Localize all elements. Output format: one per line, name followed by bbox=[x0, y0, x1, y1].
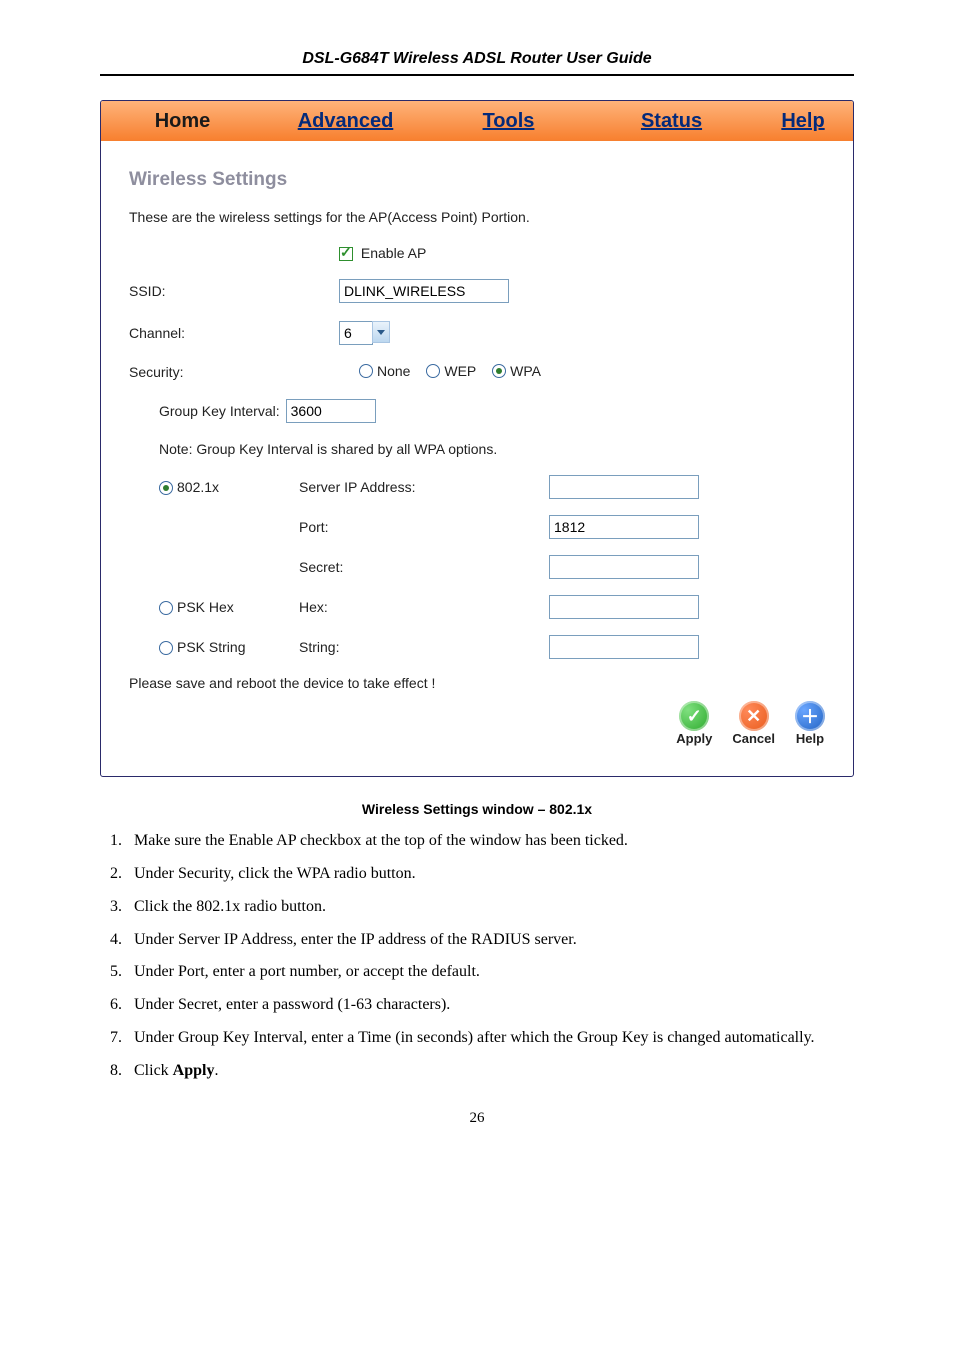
radio-8021x-label: 802.1x bbox=[177, 479, 219, 495]
security-radio-wep[interactable] bbox=[426, 364, 440, 378]
step-1: Make sure the Enable AP checkbox at the … bbox=[126, 831, 854, 852]
security-label: Security: bbox=[129, 364, 339, 380]
radio-psk-string[interactable] bbox=[159, 641, 173, 655]
step-4: Under Server IP Address, enter the IP ad… bbox=[126, 930, 854, 951]
radio-psk-string-label: PSK String bbox=[177, 639, 245, 655]
help-button[interactable]: ＋ Help bbox=[795, 701, 825, 746]
radio-psk-hex[interactable] bbox=[159, 601, 173, 615]
radio-psk-hex-label: PSK Hex bbox=[177, 599, 234, 615]
tab-tools[interactable]: Tools bbox=[427, 101, 590, 141]
hex-input[interactable] bbox=[549, 595, 699, 619]
apply-button[interactable]: ✓ Apply bbox=[676, 701, 712, 746]
security-wpa-label: WPA bbox=[510, 363, 541, 379]
gki-input[interactable] bbox=[286, 399, 376, 423]
enable-ap-label: Enable AP bbox=[361, 245, 426, 261]
row-enable-ap: Enable AP bbox=[129, 245, 825, 261]
channel-select[interactable] bbox=[339, 321, 373, 345]
channel-dropdown-button[interactable] bbox=[372, 321, 390, 343]
chevron-down-icon bbox=[376, 327, 386, 337]
security-radio-none[interactable] bbox=[359, 364, 373, 378]
security-wep-label: WEP bbox=[444, 363, 476, 379]
security-radio-wpa[interactable] bbox=[492, 364, 506, 378]
row-psk-string: PSK String String: bbox=[129, 635, 825, 659]
step-8: Click Apply. bbox=[126, 1061, 854, 1082]
row-security: Security: None WEP WPA bbox=[129, 363, 825, 381]
tab-status[interactable]: Status bbox=[590, 101, 753, 141]
step-5: Under Port, enter a port number, or acce… bbox=[126, 962, 854, 983]
security-none-label: None bbox=[377, 363, 410, 379]
port-label: Port: bbox=[299, 519, 549, 535]
instruction-list: Make sure the Enable AP checkbox at the … bbox=[100, 831, 854, 1081]
server-ip-input[interactable] bbox=[549, 475, 699, 499]
tab-advanced[interactable]: Advanced bbox=[264, 101, 427, 141]
row-psk-hex: PSK Hex Hex: bbox=[129, 595, 825, 619]
cancel-label: Cancel bbox=[732, 731, 775, 746]
figure-caption: Wireless Settings window – 802.1x bbox=[100, 801, 854, 817]
page-number: 26 bbox=[100, 1110, 854, 1127]
nav-tabbar: Home Advanced Tools Status Help bbox=[101, 101, 853, 141]
apply-label: Apply bbox=[676, 731, 712, 746]
gki-note: Note: Group Key Interval is shared by al… bbox=[129, 441, 825, 457]
step-6: Under Secret, enter a password (1-63 cha… bbox=[126, 995, 854, 1016]
step-8-prefix: Click bbox=[134, 1062, 173, 1079]
server-ip-label: Server IP Address: bbox=[299, 479, 549, 495]
cancel-icon: ✕ bbox=[739, 701, 769, 731]
help-icon: ＋ bbox=[795, 701, 825, 731]
ssid-input[interactable] bbox=[339, 279, 509, 303]
row-secret: Secret: bbox=[129, 555, 825, 579]
section-description: These are the wireless settings for the … bbox=[129, 209, 825, 225]
row-channel: Channel: bbox=[129, 321, 825, 345]
step-3: Click the 802.1x radio button. bbox=[126, 897, 854, 918]
port-input[interactable] bbox=[549, 515, 699, 539]
step-8-suffix: . bbox=[214, 1062, 218, 1079]
step-8-bold: Apply bbox=[173, 1062, 215, 1079]
help-label: Help bbox=[796, 731, 824, 746]
row-group-key-interval: Group Key Interval: bbox=[129, 399, 825, 423]
step-7: Under Group Key Interval, enter a Time (… bbox=[126, 1028, 854, 1049]
section-title: Wireless Settings bbox=[129, 169, 825, 191]
radio-8021x[interactable] bbox=[159, 481, 173, 495]
gki-label: Group Key Interval: bbox=[159, 403, 280, 419]
channel-label: Channel: bbox=[129, 325, 339, 341]
router-ui-panel: Home Advanced Tools Status Help Wireless… bbox=[100, 100, 854, 777]
hex-label: Hex: bbox=[299, 599, 549, 615]
tab-home[interactable]: Home bbox=[101, 101, 264, 141]
string-input[interactable] bbox=[549, 635, 699, 659]
content-area: Wireless Settings These are the wireless… bbox=[101, 141, 853, 776]
row-8021x-server-ip: 802.1x Server IP Address: bbox=[129, 475, 825, 499]
secret-label: Secret: bbox=[299, 559, 549, 575]
header-rule bbox=[100, 74, 854, 76]
cancel-button[interactable]: ✕ Cancel bbox=[732, 701, 775, 746]
tab-help[interactable]: Help bbox=[753, 101, 853, 141]
string-label: String: bbox=[299, 639, 549, 655]
secret-input[interactable] bbox=[549, 555, 699, 579]
apply-icon: ✓ bbox=[679, 701, 709, 731]
row-ssid: SSID: bbox=[129, 279, 825, 303]
action-bar: ✓ Apply ✕ Cancel ＋ Help bbox=[129, 691, 825, 746]
page-header-title: DSL-G684T Wireless ADSL Router User Guid… bbox=[100, 50, 854, 74]
enable-ap-checkbox[interactable] bbox=[339, 247, 353, 261]
row-port: Port: bbox=[129, 515, 825, 539]
ssid-label: SSID: bbox=[129, 283, 339, 299]
step-2: Under Security, click the WPA radio butt… bbox=[126, 864, 854, 885]
save-reboot-note: Please save and reboot the device to tak… bbox=[129, 675, 825, 691]
